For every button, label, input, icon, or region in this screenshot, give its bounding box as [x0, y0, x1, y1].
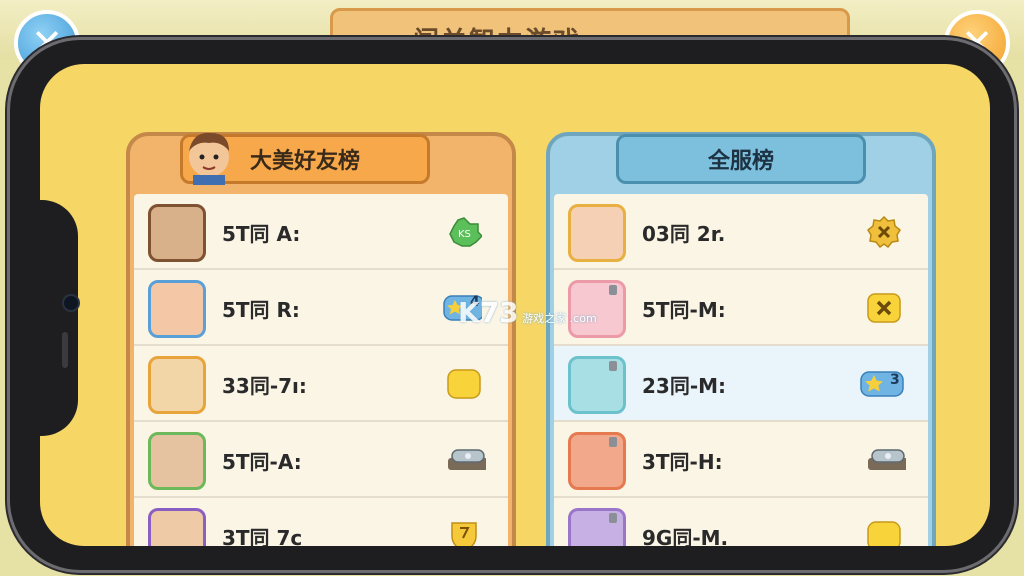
pin-icon	[609, 513, 617, 523]
avatar	[568, 204, 626, 262]
list-item[interactable]: 9G同-M.	[554, 498, 928, 546]
avatar	[568, 508, 626, 546]
list-item[interactable]: 5T同-M:	[554, 270, 928, 346]
player-label: 5T同 A:	[222, 222, 301, 246]
watermark-url: .com	[569, 312, 597, 325]
pin-icon	[609, 437, 617, 447]
global-leaderboard-title: 全服榜	[707, 149, 774, 174]
player-label: 5T同 R:	[222, 298, 300, 322]
list-item[interactable]: 5T同-A:	[134, 422, 508, 498]
watermark: K73 游戏之家 .com	[458, 296, 597, 329]
avatar	[568, 432, 626, 490]
svg-text:KS: KS	[458, 229, 471, 240]
watermark-text: 游戏之家	[522, 312, 567, 325]
phone-notch	[40, 200, 78, 436]
global-leaderboard-header[interactable]: 全服榜	[616, 134, 866, 184]
list-item[interactable]: 3T同 7c	[134, 498, 508, 546]
player-label: 03同 2r.	[642, 222, 726, 246]
list-item[interactable]: 5T同 A: KS	[134, 194, 508, 270]
friends-leaderboard-header[interactable]: 大美好友榜	[180, 132, 430, 185]
friends-list: 5T同 A: KS 5T同 R: 4 33同-7ı: 5T同-A: 3T同 7c	[134, 194, 508, 546]
player-label: 33同-7ı:	[222, 374, 307, 398]
avatar	[148, 204, 206, 262]
avatar	[148, 280, 206, 338]
speaker-icon	[62, 332, 68, 368]
header-avatar-icon	[189, 132, 229, 185]
player-label: 3T同 7c	[222, 526, 303, 546]
camera-icon	[64, 296, 78, 310]
phone-frame: 大美好友榜 5T同 A: KS 5T同 R: 4 33同-7ı: 5T同-A: …	[10, 40, 1014, 570]
green-flower-icon: KS	[449, 217, 482, 247]
list-item[interactable]: 3T同-H:	[554, 422, 928, 498]
yellow-gem-icon	[867, 521, 901, 546]
list-item[interactable]: 5T同 R: 4	[134, 270, 508, 346]
yellow-gem-icon	[447, 369, 481, 399]
global-leaderboard-panel: 全服榜 03同 2r. 5T同-M: 23同-M: 3 3T同-H: 9G同-M…	[546, 132, 936, 546]
shield-icon	[451, 522, 477, 546]
player-label: 5T同-A:	[222, 450, 302, 474]
pin-icon	[609, 285, 617, 295]
player-label: 23同-M:	[642, 374, 727, 398]
friends-leaderboard-panel: 大美好友榜 5T同 A: KS 5T同 R: 4 33同-7ı: 5T同-A: …	[126, 132, 516, 546]
list-item[interactable]: 03同 2r.	[554, 194, 928, 270]
player-label: 9G同-M.	[642, 526, 729, 546]
x-tile-icon	[867, 293, 901, 323]
avatar	[568, 356, 626, 414]
watermark-logo: K73	[458, 296, 519, 329]
avatar	[148, 508, 206, 546]
player-label: 5T同-M:	[642, 298, 726, 322]
global-list: 03同 2r. 5T同-M: 23同-M: 3 3T同-H: 9G同-M.	[554, 194, 928, 546]
list-item[interactable]: 23同-M: 3	[554, 346, 928, 422]
star-count: 3	[890, 372, 900, 388]
list-item[interactable]: 33同-7ı:	[134, 346, 508, 422]
avatar	[148, 356, 206, 414]
friends-leaderboard-title: 大美好友榜	[249, 149, 360, 174]
chest-icon	[448, 449, 486, 470]
player-label: 3T同-H:	[642, 450, 723, 474]
pin-icon	[609, 361, 617, 371]
gold-gear-icon	[867, 216, 901, 248]
game-screen: 大美好友榜 5T同 A: KS 5T同 R: 4 33同-7ı: 5T同-A: …	[40, 64, 990, 546]
chest-icon	[868, 449, 906, 470]
avatar	[148, 432, 206, 490]
